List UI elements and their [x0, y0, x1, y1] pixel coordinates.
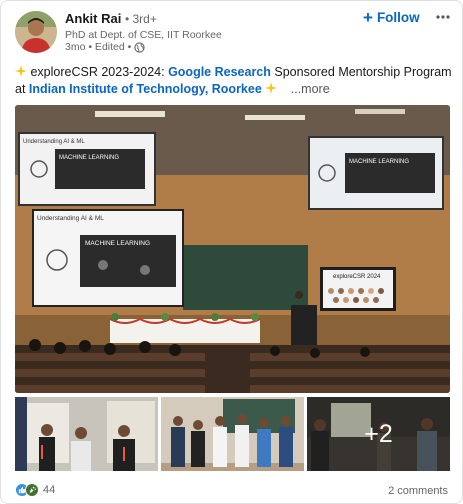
post-meta: 3mo • Edited • [65, 41, 145, 53]
plus-icon: + [363, 7, 373, 27]
author-headline: PhD at Dept. of CSE, IIT Roorkee [65, 29, 222, 41]
author-name[interactable]: Ankit Rai [65, 11, 121, 26]
google-research-link[interactable]: Google Research [168, 65, 271, 79]
gallery-image-1[interactable] [15, 397, 158, 471]
comments-count[interactable]: 2 comments [388, 485, 448, 497]
globe-icon [134, 41, 145, 53]
post-text: exploreCSR 2023-2024: Google Research Sp… [15, 64, 455, 98]
reactions-count: 44 [43, 484, 56, 496]
center-slide-title: Understanding AI & ML [37, 215, 104, 222]
tv-slide-title: exploreCSR 2024 [333, 274, 381, 280]
center-slide-heading: MACHINE LEARNING [85, 240, 150, 247]
post-intro: exploreCSR 2023-2024: [30, 65, 169, 79]
author-avatar[interactable] [15, 11, 57, 53]
author-line: Ankit Rai • 3rd+ [65, 11, 157, 26]
celebrate-reaction-icon [25, 483, 39, 497]
follow-button[interactable]: + Follow [359, 6, 424, 28]
gallery-image-2[interactable] [161, 397, 304, 471]
connection-degree: • 3rd+ [124, 12, 157, 26]
see-more-link[interactable]: ...more [291, 82, 330, 96]
post-card: Ankit Rai • 3rd+ PhD at Dept. of CSE, II… [0, 0, 463, 504]
sparkle-icon [265, 82, 278, 94]
ellipsis-icon [436, 15, 450, 19]
iit-roorkee-link[interactable]: Indian Institute of Technology, Roorkee [29, 82, 262, 96]
main-post-image[interactable]: Understanding AI & ML MACHINE LEARNING M… [15, 105, 450, 393]
sparkle-icon [15, 65, 27, 77]
right-slide-heading: MACHINE LEARNING [349, 159, 409, 165]
follow-label: Follow [376, 9, 420, 25]
left-slide-title: Understanding AI & ML [23, 139, 85, 145]
more-images-count[interactable]: +2 [307, 397, 450, 471]
reactions-summary[interactable]: 44 [15, 483, 55, 497]
post-meta-text: 3mo • Edited • [65, 41, 132, 53]
gallery-image-3[interactable]: +2 [307, 397, 450, 471]
left-slide-heading: MACHINE LEARNING [59, 155, 119, 161]
more-options-button[interactable] [432, 7, 454, 27]
